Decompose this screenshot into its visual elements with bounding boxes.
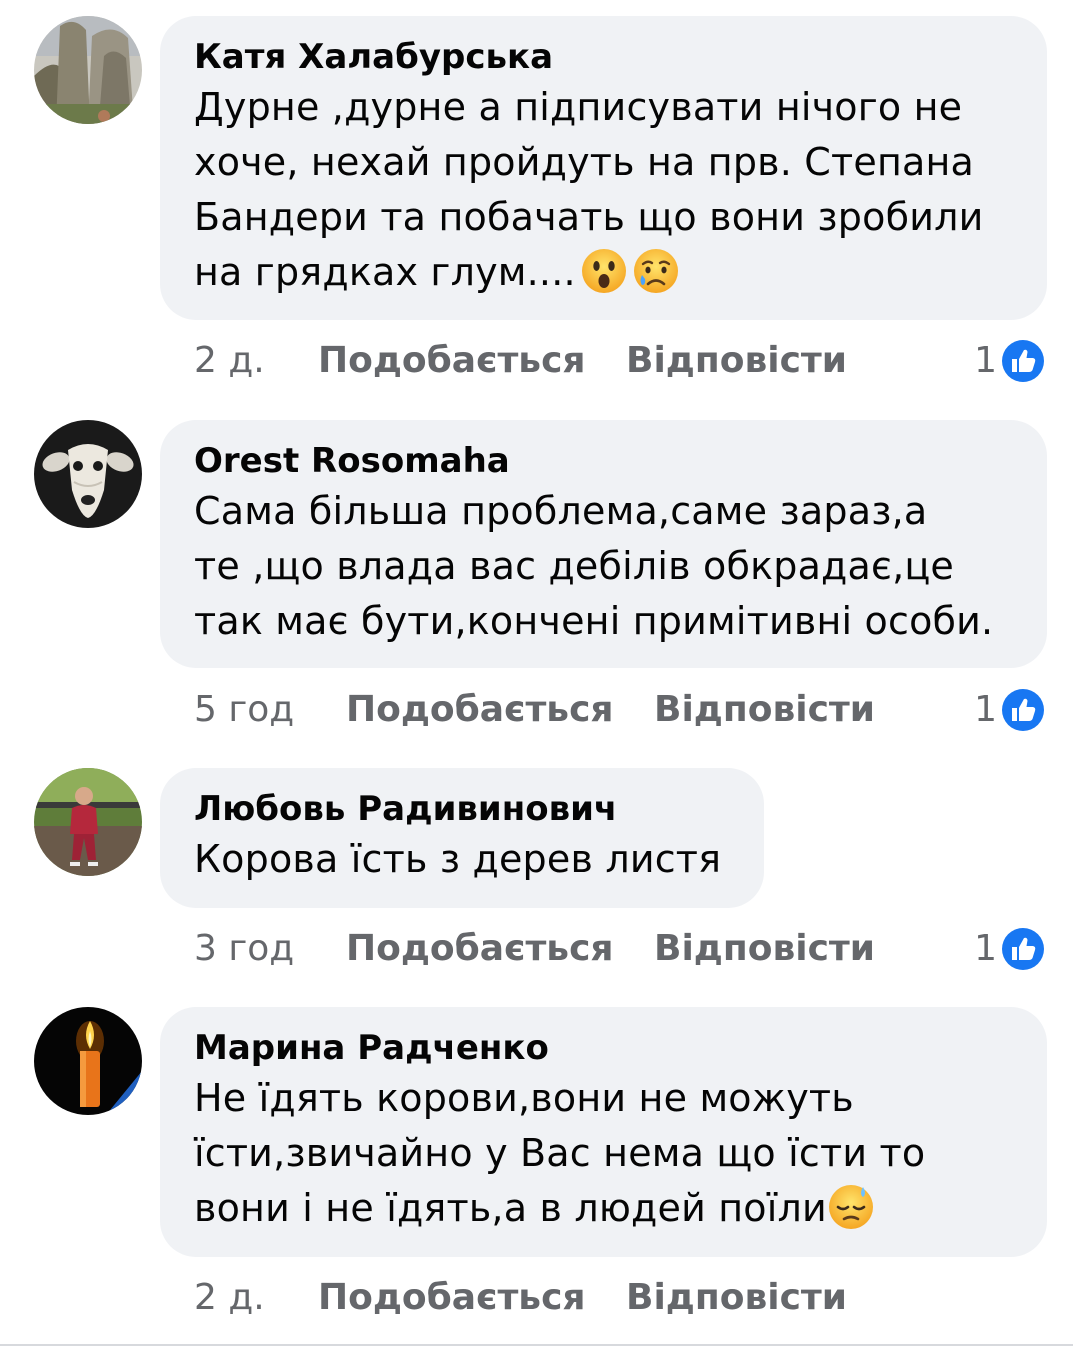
comment-actions: 2 д. Подобається Відповісти (194, 1273, 1045, 1323)
like-button[interactable]: Подобається (346, 924, 614, 974)
comment-timestamp[interactable]: 2 д. (194, 336, 265, 386)
comment-bubble: Марина Радченко Не їдять корови,вони не … (160, 1007, 1047, 1257)
comment-actions: 2 д. Подобається Відповісти 1 (194, 336, 1045, 386)
comment-author[interactable]: Любовь Радивинович (194, 786, 730, 832)
downcast-face-with-sweat-emoji (827, 1183, 875, 1231)
reply-button[interactable]: Відповісти (626, 336, 847, 386)
reply-button[interactable]: Відповісти (654, 685, 875, 735)
comment-text-line-with-emoji: вони і не їдять,а в людей поїли (194, 1181, 1013, 1236)
reaction-summary[interactable]: 1 (974, 924, 1045, 974)
reaction-count: 1 (974, 928, 997, 969)
like-button[interactable]: Подобається (318, 1273, 586, 1323)
reaction-summary[interactable]: 1 (974, 336, 1045, 386)
crying-face-emoji (632, 247, 680, 295)
like-reaction-icon (1001, 339, 1045, 383)
comment-text: Корова їсть з дерев листя (194, 832, 730, 887)
comment-author[interactable]: Катя Халабурська (194, 34, 1013, 80)
comment-text: Дурне ,дурне а підписувати нічого не хоч… (194, 80, 1013, 300)
candle-avatar-icon (34, 1007, 142, 1115)
comment-actions: 5 год Подобається Відповісти 1 (194, 685, 1045, 735)
reply-button[interactable]: Відповісти (654, 924, 875, 974)
like-reaction-icon (1001, 927, 1045, 971)
comment-text-line: Сама більша проблема,саме зараз,а (194, 489, 928, 533)
comment-text-line: Бандери та побачать що вони зробили (194, 195, 984, 239)
comment-text-line: Дурне ,дурне а підписувати нічого не (194, 85, 963, 129)
avatar[interactable] (34, 1007, 142, 1115)
comment-text-line: те ,що влада вас дебілів обкрадає,це (194, 544, 955, 588)
avatar[interactable] (34, 420, 142, 528)
divider (0, 1344, 1073, 1346)
like-reaction-icon (1001, 688, 1045, 732)
comment-text-line: вони і не їдять,а в людей поїли (194, 1186, 827, 1230)
dog-avatar-icon (34, 420, 142, 528)
like-button[interactable]: Подобається (346, 685, 614, 735)
reply-button[interactable]: Відповісти (626, 1273, 847, 1323)
comment-timestamp[interactable]: 3 год (194, 924, 294, 974)
comment-author[interactable]: Orest Rosomaha (194, 438, 1013, 484)
comment-text-line: їсти,звичайно у Вас нема що їсти то (194, 1131, 926, 1175)
comment-actions: 3 год Подобається Відповісти 1 (194, 924, 1045, 974)
comment-text-line: Корова їсть з дерев листя (194, 837, 722, 881)
comment-timestamp[interactable]: 5 год (194, 685, 294, 735)
comment-text-line: Не їдять корови,вони не можуть (194, 1076, 854, 1120)
comment-author[interactable]: Марина Радченко (194, 1025, 1013, 1071)
astonished-face-emoji (580, 247, 628, 295)
comment-text-line: хоче, нехай пройдуть на прв. Степана (194, 140, 975, 184)
comment-text-line-with-emoji: на грядках глум.... (194, 245, 1013, 300)
reaction-count: 1 (974, 689, 997, 730)
comment-text: Сама більша проблема,саме зараз,а те ,що… (194, 484, 1013, 649)
comment-text-line: на грядках глум.... (194, 250, 576, 294)
comment-timestamp[interactable]: 2 д. (194, 1273, 265, 1323)
comment-bubble: Orest Rosomaha Сама більша проблема,саме… (160, 420, 1047, 668)
like-button[interactable]: Подобається (318, 336, 586, 386)
rock-landscape-avatar-icon (34, 16, 142, 124)
comment-text-line: так має бути,кончені примітивні особи. (194, 599, 994, 643)
reaction-summary[interactable]: 1 (974, 685, 1045, 735)
woman-in-park-avatar-icon (34, 768, 142, 876)
comment-bubble: Катя Халабурська Дурне ,дурне а підписув… (160, 16, 1047, 320)
comment-text: Не їдять корови,вони не можуть їсти,звич… (194, 1071, 1013, 1236)
avatar[interactable] (34, 16, 142, 124)
avatar[interactable] (34, 768, 142, 876)
reaction-count: 1 (974, 340, 997, 381)
comment-bubble: Любовь Радивинович Корова їсть з дерев л… (160, 768, 764, 908)
